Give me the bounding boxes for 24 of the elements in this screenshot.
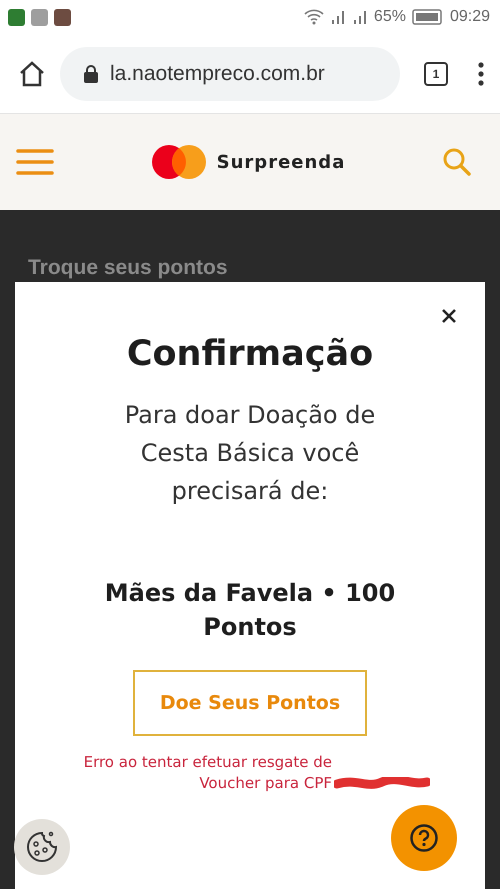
address-bar[interactable]: la.naotempreco.com.br	[60, 46, 400, 100]
points-cost: Mães da Favela • 100 Pontos	[104, 578, 396, 643]
app-icon	[54, 8, 71, 26]
battery-percent: 65%	[374, 8, 406, 26]
signal-icon	[352, 9, 368, 25]
battery-icon	[412, 9, 444, 25]
lock-icon	[84, 64, 98, 82]
brand-name: Surpreenda	[216, 152, 346, 172]
page-heading: Troque seus pontos	[28, 256, 229, 280]
logo-icon	[150, 144, 207, 180]
signal-icon	[330, 9, 346, 25]
more-menu-icon[interactable]	[478, 62, 484, 86]
question-icon	[409, 823, 439, 853]
error-message: Erro ao tentar efetuar resgate de Voucher para CPF	[82, 752, 332, 794]
dialog-message: Para doar Doação de Cesta Básica você precisará de:	[124, 400, 376, 507]
close-icon	[441, 308, 457, 324]
home-icon[interactable]	[18, 60, 46, 88]
clock-time: 09:29	[450, 8, 490, 26]
app-icon	[8, 8, 25, 26]
tab-count-button[interactable]: 1	[424, 62, 448, 86]
cookie-icon	[25, 830, 59, 864]
dialog-title: Confirmação	[126, 334, 374, 374]
app-icon	[31, 8, 48, 26]
wifi-icon	[304, 9, 324, 25]
